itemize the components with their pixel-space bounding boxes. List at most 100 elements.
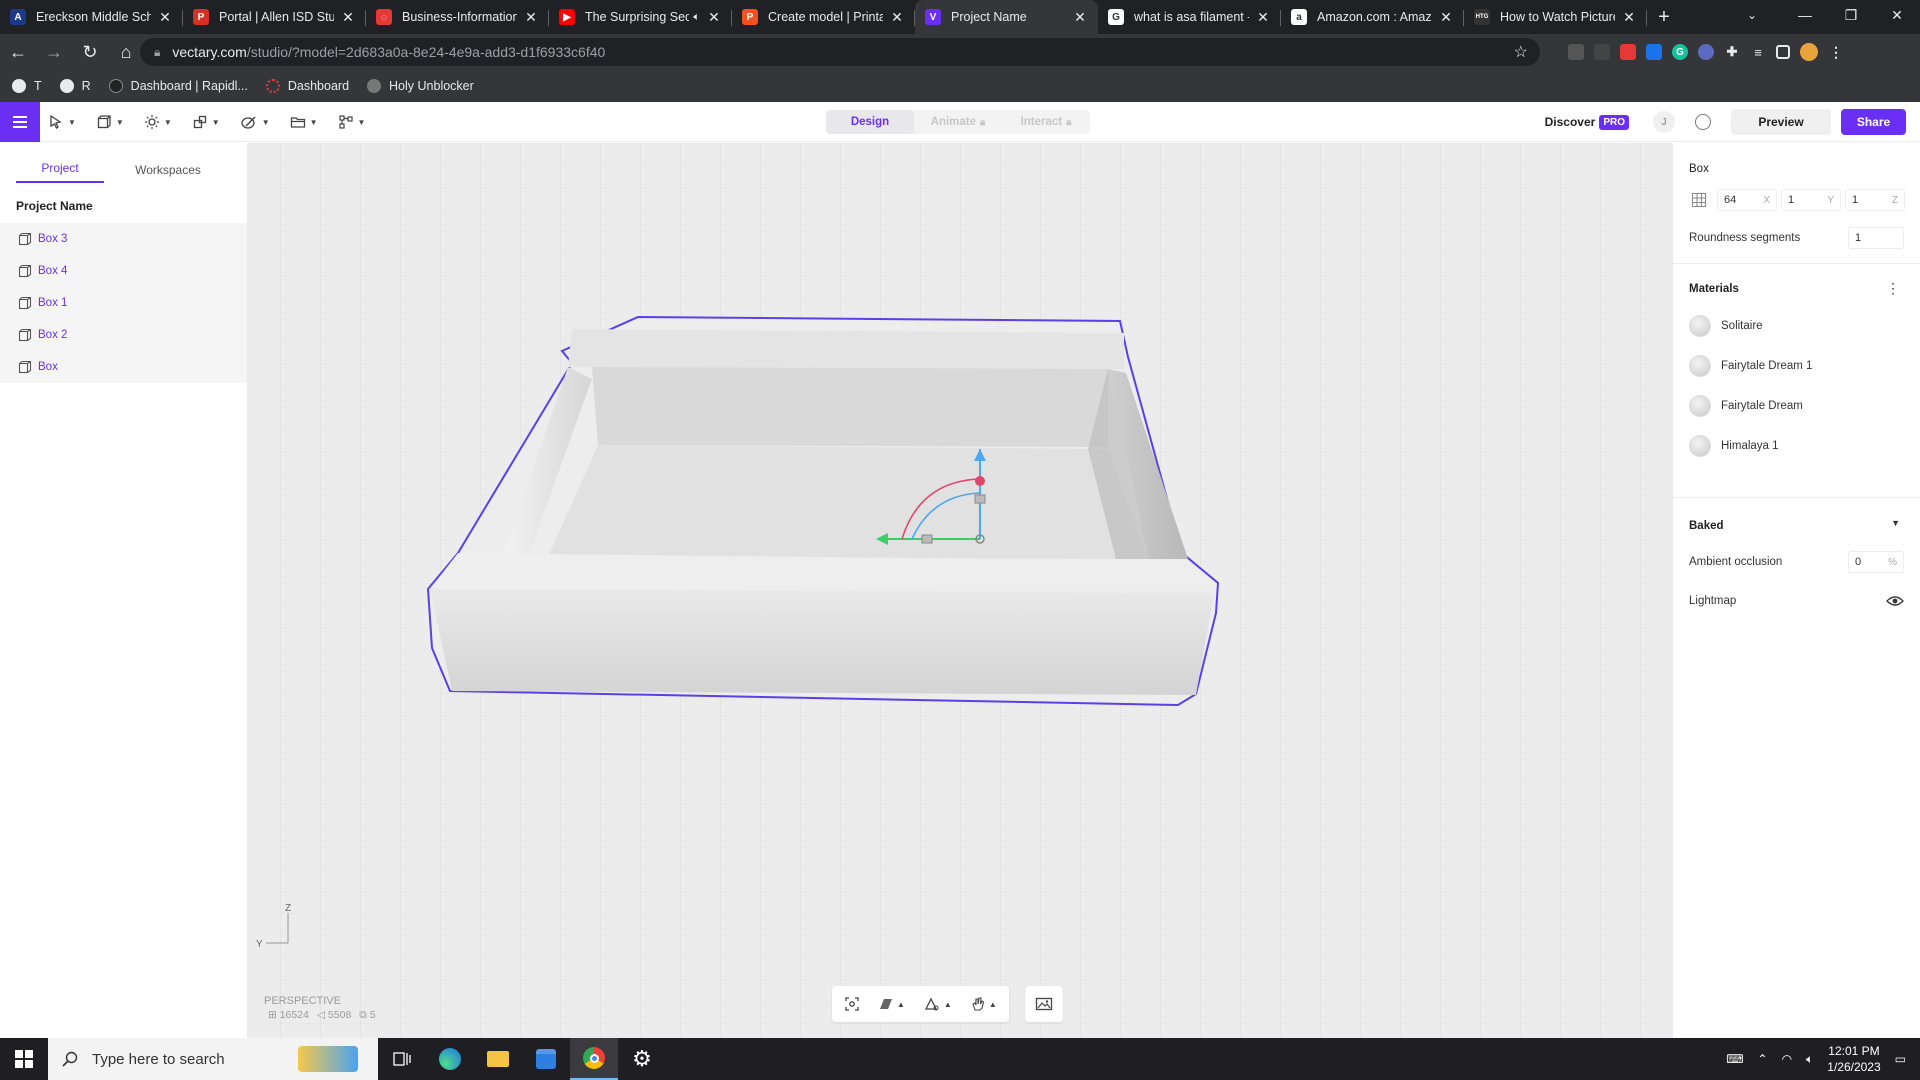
object-list-item[interactable]: Box 4 bbox=[0, 255, 247, 287]
bookmark-t[interactable]: T bbox=[12, 79, 42, 93]
bookmark-dashboard[interactable]: Dashboard bbox=[265, 79, 349, 93]
keyboard-icon[interactable]: ⌨ bbox=[1726, 1052, 1743, 1066]
address-bar[interactable]: 🔒︎ vectary.com/studio/?model=2d683a0a-8e… bbox=[140, 38, 1540, 66]
settings-gear-icon[interactable]: ⚙ bbox=[618, 1038, 666, 1080]
object-list-item[interactable]: Box 3 bbox=[0, 223, 247, 255]
bookmark-holy-unblocker[interactable]: Holy Unblocker bbox=[367, 79, 474, 93]
home-button[interactable]: ⌂ bbox=[108, 34, 144, 70]
extension-gear-icon[interactable] bbox=[1698, 44, 1714, 60]
browser-tab[interactable]: V Project Name ✕ bbox=[915, 0, 1098, 34]
nodes-tool[interactable]: ▼ bbox=[338, 114, 365, 130]
object-list-item[interactable]: Box 1 bbox=[0, 287, 247, 319]
rotation-handle[interactable] bbox=[975, 476, 985, 486]
browser-tab[interactable]: Gwhat is asa filament - ✕ bbox=[1098, 0, 1281, 34]
preview-button[interactable]: Preview bbox=[1731, 109, 1831, 135]
grammarly-icon[interactable]: G bbox=[1672, 44, 1688, 60]
tab-close-icon[interactable]: ✕ bbox=[706, 9, 722, 26]
scale-handle-x[interactable] bbox=[921, 534, 933, 544]
avatar[interactable]: J bbox=[1653, 111, 1675, 133]
focus-camera-button[interactable] bbox=[844, 996, 860, 1012]
store-icon[interactable] bbox=[522, 1038, 570, 1080]
environment-button[interactable] bbox=[1035, 996, 1053, 1012]
roundness-field[interactable]: 1 bbox=[1848, 227, 1904, 249]
tab-close-icon[interactable]: ✕ bbox=[889, 9, 905, 26]
browser-tab[interactable]: ▶ The Surprising Sec 🔈︎ ✕ bbox=[549, 0, 732, 34]
tab-close-icon[interactable]: ✕ bbox=[1072, 9, 1088, 26]
dim-y-field[interactable]: 1Y bbox=[1781, 189, 1841, 211]
new-tab-button[interactable]: + bbox=[1647, 0, 1681, 34]
modifiers-tool[interactable]: ▼ bbox=[192, 114, 220, 130]
baked-dropdown-icon[interactable]: ▼ bbox=[1891, 518, 1900, 528]
taskbar-search[interactable]: Type here to search bbox=[48, 1038, 378, 1080]
tab-close-icon[interactable]: ✕ bbox=[1255, 9, 1271, 26]
eye-icon[interactable] bbox=[1886, 595, 1904, 607]
gesture-button[interactable]: ▲ bbox=[970, 996, 997, 1012]
restore-button[interactable]: ❐ bbox=[1828, 0, 1874, 30]
material-item[interactable]: Himalaya 1 bbox=[1689, 435, 1779, 457]
tab-design[interactable]: Design bbox=[826, 110, 914, 134]
tab-close-icon[interactable]: ✕ bbox=[157, 9, 173, 26]
project-name[interactable]: Project Name bbox=[0, 183, 247, 223]
notifications-icon[interactable]: ▭ bbox=[1895, 1052, 1906, 1066]
tab-close-icon[interactable]: ✕ bbox=[340, 9, 356, 26]
reload-button[interactable]: ↻ bbox=[72, 34, 108, 70]
browser-tab[interactable]: P Portal | Allen ISD Stud ✕ bbox=[183, 0, 366, 34]
profile-avatar-icon[interactable] bbox=[1800, 43, 1818, 61]
extension-red-icon[interactable] bbox=[1620, 44, 1636, 60]
wifi-icon[interactable]: ◠ bbox=[1782, 1052, 1792, 1066]
tab-audio-icon[interactable]: 🔈︎ bbox=[693, 11, 700, 24]
discover-pro-link[interactable]: Discover PRO bbox=[1545, 114, 1629, 130]
task-view-icon[interactable] bbox=[378, 1038, 426, 1080]
snapping-button[interactable]: ▲ bbox=[923, 996, 952, 1012]
media-queue-icon[interactable]: ≡ bbox=[1750, 44, 1766, 60]
extension-shield2-icon[interactable] bbox=[1594, 44, 1610, 60]
bookmark-r[interactable]: R bbox=[59, 79, 91, 93]
clock[interactable]: 12:01 PM 1/26/2023 bbox=[1827, 1043, 1880, 1075]
materials-more-icon[interactable]: ⋮ bbox=[1886, 280, 1900, 297]
close-window-button[interactable]: ✕ bbox=[1874, 0, 1920, 30]
shading-button[interactable]: ▲ bbox=[878, 996, 905, 1012]
tab-interact[interactable]: Interact 🔒︎ bbox=[1002, 110, 1090, 134]
bookmark-star-icon[interactable]: ☆ bbox=[1514, 42, 1528, 62]
tab-close-icon[interactable]: ✕ bbox=[1438, 9, 1454, 26]
extensions-puzzle-icon[interactable]: ✚ bbox=[1724, 44, 1740, 60]
comment-icon[interactable] bbox=[1695, 114, 1711, 130]
segments-grid-icon[interactable] bbox=[1689, 190, 1709, 210]
minimize-button[interactable]: — bbox=[1782, 0, 1828, 30]
dim-x-field[interactable]: 64 X bbox=[1717, 189, 1777, 211]
browser-tab[interactable]: P Create model | Printal ✕ bbox=[732, 0, 915, 34]
main-menu-button[interactable] bbox=[0, 102, 40, 142]
extension-blue-icon[interactable] bbox=[1646, 44, 1662, 60]
share-button[interactable]: Share bbox=[1841, 109, 1906, 135]
back-button[interactable]: ← bbox=[0, 34, 36, 70]
draw-tool[interactable]: ▼ bbox=[240, 114, 270, 130]
primitives-tool[interactable]: ▼ bbox=[96, 114, 124, 130]
object-list-item[interactable]: Box 2 bbox=[0, 319, 247, 351]
material-item[interactable]: Fairytale Dream bbox=[1689, 395, 1803, 417]
bookmark-rapidl[interactable]: Dashboard | Rapidl... bbox=[108, 79, 248, 93]
select-tool[interactable]: ▼ bbox=[48, 114, 76, 130]
side-panel-icon[interactable] bbox=[1776, 45, 1790, 59]
tab-animate[interactable]: Animate 🔒︎ bbox=[914, 110, 1002, 134]
tab-search-icon[interactable]: ⌄ bbox=[1732, 0, 1772, 30]
tab-close-icon[interactable]: ✕ bbox=[1621, 9, 1637, 26]
edge-icon[interactable] bbox=[426, 1038, 474, 1080]
tab-close-icon[interactable]: ✕ bbox=[523, 9, 539, 26]
tab-workspaces[interactable]: Workspaces bbox=[124, 163, 212, 183]
camera-mode-label[interactable]: PERSPECTIVE bbox=[264, 995, 341, 1007]
browser-tab[interactable]: HTG How to Watch Picture ✕ bbox=[1464, 0, 1647, 34]
tray-overflow-icon[interactable]: ⌃ bbox=[1758, 1052, 1768, 1066]
object-list-item[interactable]: Box bbox=[0, 351, 247, 383]
baked-heading[interactable]: Baked bbox=[1689, 520, 1724, 532]
dim-z-field[interactable]: 1Z bbox=[1845, 189, 1905, 211]
browser-tab[interactable]: A Ereckson Middle Scho ✕ bbox=[0, 0, 183, 34]
browser-tab[interactable]: ◌ Business-Information | ✕ bbox=[366, 0, 549, 34]
scene-canvas[interactable] bbox=[248, 143, 1672, 1038]
material-item[interactable]: Fairytale Dream 1 bbox=[1689, 355, 1812, 377]
volume-icon[interactable]: 🔈︎ bbox=[1806, 1052, 1813, 1067]
browser-menu-icon[interactable]: ⋮ bbox=[1828, 44, 1844, 60]
forward-button[interactable]: → bbox=[36, 34, 72, 70]
windows-start-button[interactable] bbox=[0, 1038, 48, 1080]
extension-shield-icon[interactable] bbox=[1568, 44, 1584, 60]
scale-handle-z[interactable] bbox=[974, 494, 986, 504]
